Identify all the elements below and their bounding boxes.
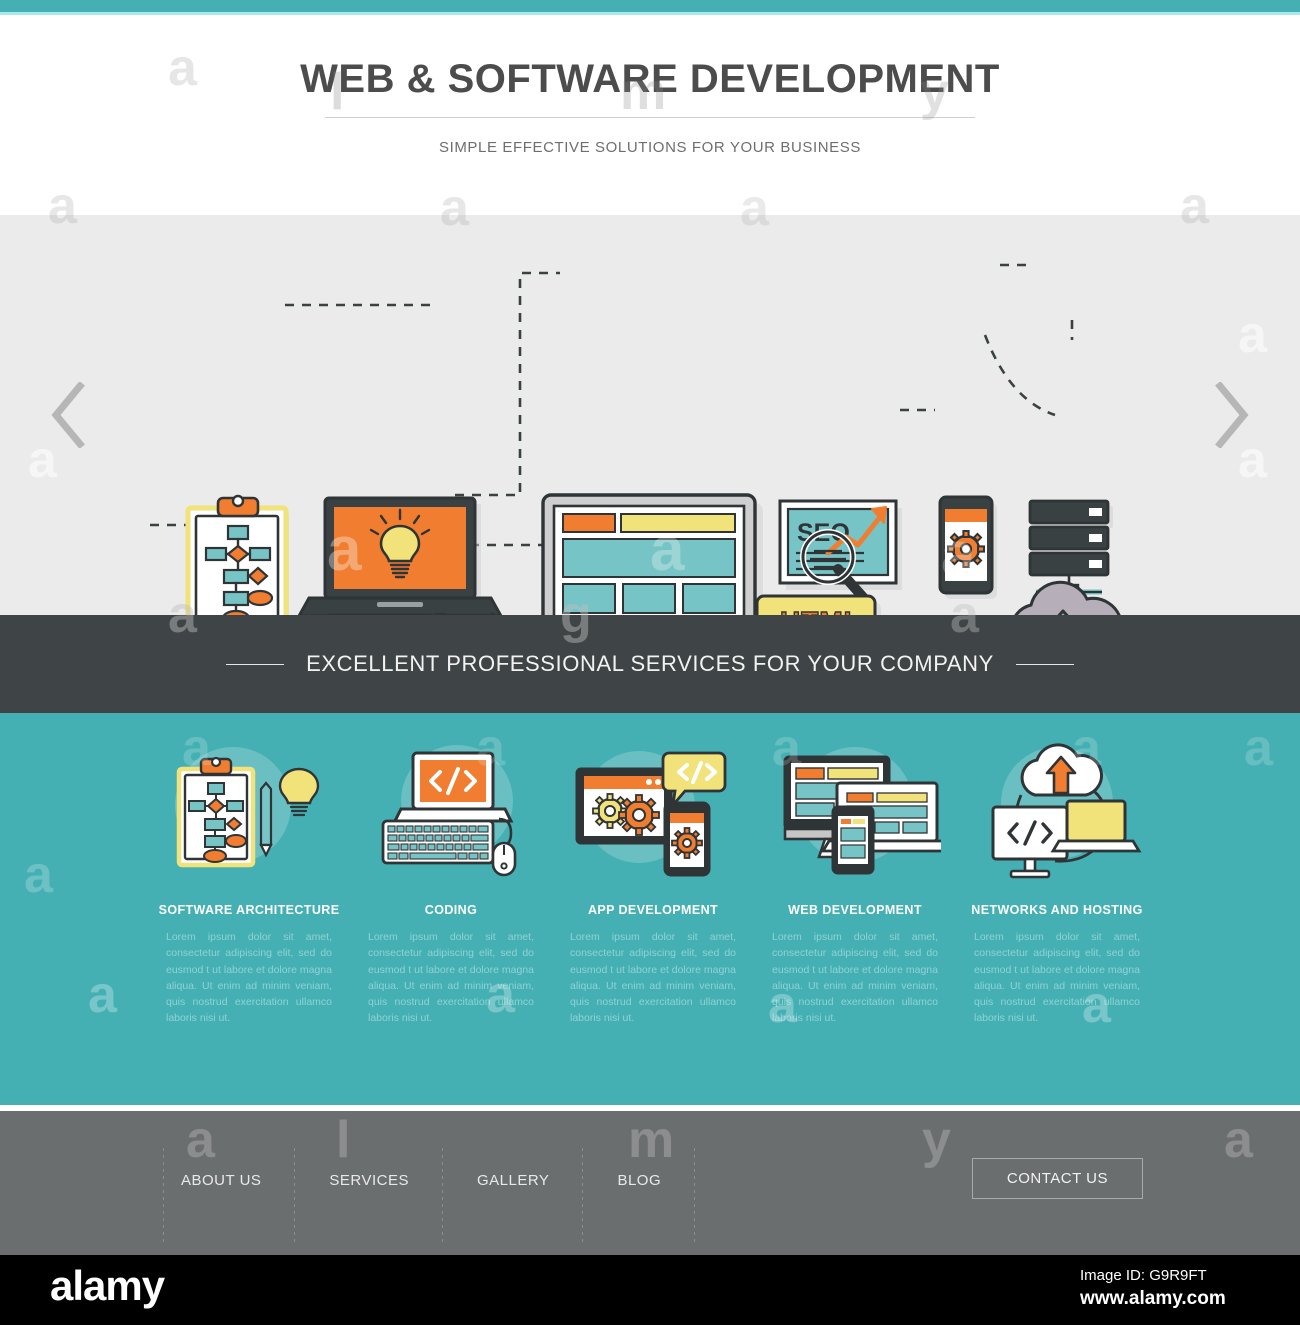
service-card-app-development[interactable]: APP DEVELOPMENT Lorem ipsum dolor sit am… [567,741,739,1027]
footer-link-gallery[interactable]: GALLERY [443,1147,584,1246]
footer-link-services[interactable]: SERVICES [295,1147,443,1246]
alamy-url-label: www.alamy.com [1080,1288,1226,1309]
hero-slider: .ln { fill:none; stroke:#2f3436; stroke-… [0,215,1300,615]
web-development-illustration: .ln { fill:none; stroke:#2f3436; stroke-… [150,263,1121,615]
svg-text:a: a [650,515,685,584]
page-root: WEB & SOFTWARE DEVELOPMENT SIMPLE EFFECT… [0,0,1300,1325]
service-title: CODING [424,903,478,917]
responsive-devices-icon [769,741,941,881]
footer-link-about-us[interactable]: ABOUT US [163,1147,296,1246]
service-title: NETWORKS AND HOSTING [971,903,1143,917]
top-accent-bar [0,0,1300,12]
service-card-web-development[interactable]: WEB DEVELOPMENT Lorem ipsum dolor sit am… [769,741,941,1027]
cloud-upload-network-icon [971,741,1143,881]
banner-text: EXCELLENT PROFESSIONAL SERVICES FOR YOUR… [306,651,994,676]
svg-text:a: a [327,515,362,584]
service-body: Lorem ipsum dolor sit amet, consectetur … [772,931,938,1025]
clipboard-flowchart-lightbulb-icon [163,741,335,881]
service-body: Lorem ipsum dolor sit amet, consectetur … [570,931,736,1025]
services-list: SOFTWARE ARCHITECTURE Lorem ipsum dolor … [159,741,1143,1081]
html-label: HTML [780,606,862,615]
service-card-software-architecture[interactable]: SOFTWARE ARCHITECTURE Lorem ipsum dolor … [159,741,339,1027]
contact-us-button[interactable]: CONTACT US [971,1158,1143,1199]
title-divider [325,117,975,118]
service-body: Lorem ipsum dolor sit amet, consectetur … [974,931,1140,1025]
service-card-coding[interactable]: CODING Lorem ipsum dolor sit amet, conse… [365,741,537,1027]
service-body: Lorem ipsum dolor sit amet, consectetur … [166,931,332,1025]
banner-dash-left [226,663,285,665]
service-title: SOFTWARE ARCHITECTURE [158,903,340,917]
service-body: Lorem ipsum dolor sit amet, consectetur … [368,931,534,1025]
image-id-label: Image ID: G9R9FT [1080,1267,1207,1284]
banner-dash-right [1015,663,1074,665]
service-title: APP DEVELOPMENT [587,903,719,917]
footer-link-blog[interactable]: BLOG [583,1147,695,1246]
footer-divider [0,1105,1300,1111]
svg-text:a: a [941,520,976,589]
app-window-phone-gears-icon [567,741,739,881]
laptop-keyboard-mouse-code-icon [365,741,537,881]
service-card-networks-hosting[interactable]: NETWORKS AND HOSTING Lorem ipsum dolor s… [971,741,1143,1027]
footer-navigation: ABOUT US SERVICES GALLERY BLOG CONTACT U… [163,1147,1143,1246]
site-footer: ABOUT US SERVICES GALLERY BLOG CONTACT U… [0,1105,1300,1255]
watermark-bar: alamy Image ID: G9R9FT www.alamy.com [0,1255,1300,1325]
site-header: WEB & SOFTWARE DEVELOPMENT SIMPLE EFFECT… [0,15,1300,215]
service-title: WEB DEVELOPMENT [788,903,922,917]
alamy-logo: alamy [50,1262,165,1309]
services-section: SOFTWARE ARCHITECTURE Lorem ipsum dolor … [0,713,1300,1105]
page-title: WEB & SOFTWARE DEVELOPMENT [300,57,1000,101]
page-tagline: SIMPLE EFFECTIVE SOLUTIONS FOR YOUR BUSI… [438,139,862,156]
tagline-banner: EXCELLENT PROFESSIONAL SERVICES FOR YOUR… [0,615,1300,713]
